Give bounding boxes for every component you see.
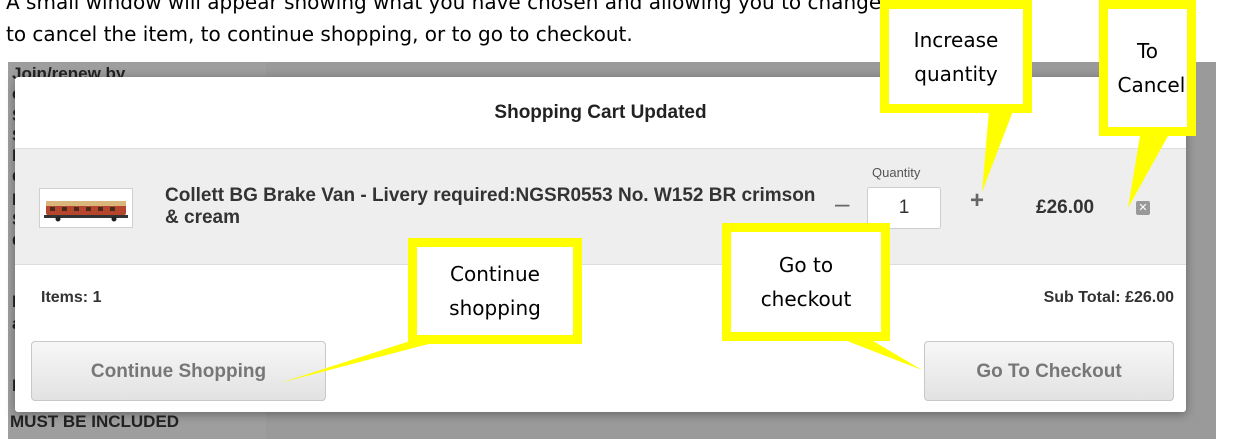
callout-increase-quantity: Increase quantity: [880, 0, 1032, 113]
callout-continue-shopping: Continue shopping: [408, 238, 582, 344]
callout-to-cancel: To Cancel: [1099, 0, 1196, 136]
callout-continue-text: Continue shopping: [449, 262, 541, 320]
callout-go-to-checkout: Go to checkout: [722, 223, 890, 341]
callout-arrows: [280, 98, 1168, 383]
cancel-arrow: [1128, 136, 1168, 208]
callout-checkout-text: Go to checkout: [760, 253, 852, 311]
callout-cancel-text: To Cancel: [1117, 39, 1186, 97]
callout-increase-text: Increase quantity: [913, 27, 999, 86]
